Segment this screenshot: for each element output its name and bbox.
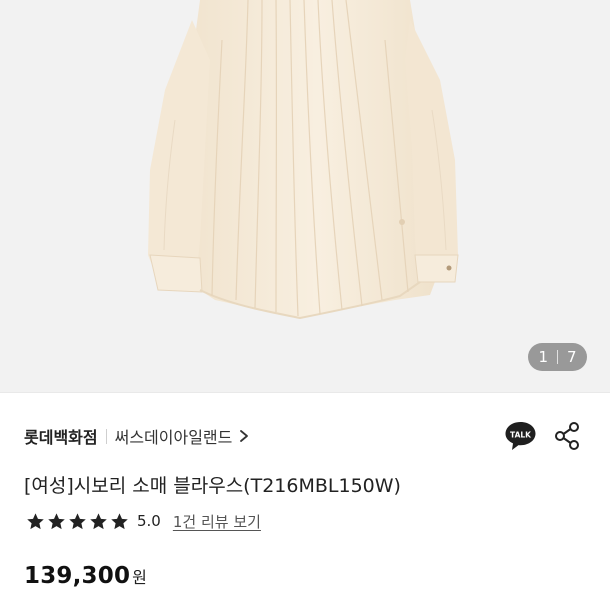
chevron-right-icon[interactable] [238,429,250,443]
price-currency: 원 [132,568,147,587]
kakao-talk-button[interactable]: TALK [504,420,537,453]
product-title: [여성]시보리 소매 블라우스(T216MBL150W) [24,475,401,497]
review-link[interactable]: 1건 리뷰 보기 [173,511,261,532]
star-rating [26,512,129,531]
product-image-gallery[interactable]: 1 7 [0,0,610,392]
pager-current: 1 [538,348,548,366]
star-icon [90,512,107,529]
rating-row: 5.0 1건 리뷰 보기 [26,509,261,533]
gallery-divider [0,392,610,393]
share-icon [555,422,579,450]
product-image [0,0,610,392]
rating-score: 5.0 [137,512,161,530]
pager-divider [557,350,558,364]
share-button[interactable] [553,421,581,451]
talk-label: TALK [510,430,532,439]
pager-total: 7 [567,348,577,366]
star-icon [27,512,44,529]
price-row: 139,300 원 [24,563,147,589]
brand-name[interactable]: 롯데백화점 [24,424,98,448]
product-price: 139,300 [24,563,131,589]
shop-row[interactable]: 롯데백화점 써스데이아일랜드 [24,422,250,450]
store-name[interactable]: 써스데이아일랜드 [115,424,233,448]
image-pager: 1 7 [528,343,587,371]
shop-divider [105,428,107,444]
star-icon [48,512,65,529]
talk-icon: TALK [505,422,536,450]
star-icon [69,512,86,529]
star-icon [111,512,128,529]
